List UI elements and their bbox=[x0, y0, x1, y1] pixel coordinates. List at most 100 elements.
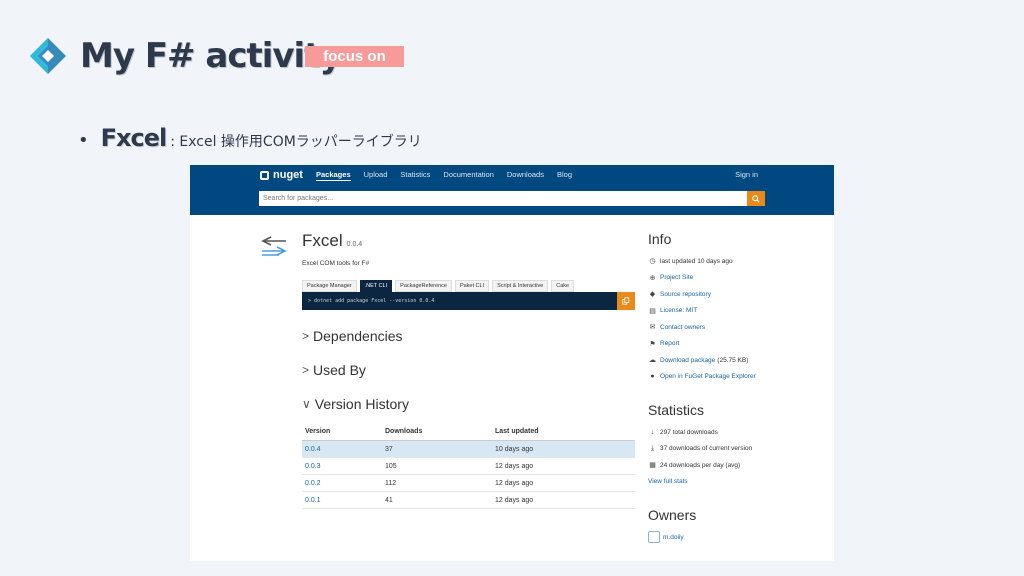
used-by-toggle[interactable]: > Used By bbox=[302, 362, 366, 378]
package-icon bbox=[261, 236, 287, 256]
flag-icon: ⚑ bbox=[649, 340, 656, 348]
chevron-down-icon: ∨ bbox=[302, 397, 311, 411]
report-link[interactable]: Report bbox=[660, 340, 680, 347]
updated-cell: 12 days ago bbox=[492, 474, 635, 492]
install-command[interactable]: > dotnet add package Fxcel --version 0.0… bbox=[302, 292, 617, 310]
fuget-link[interactable]: Open in FuGet Package Explorer bbox=[660, 373, 756, 380]
table-row: 0.0.2 112 12 days ago bbox=[302, 474, 635, 492]
table-row: 0.0.1 41 12 days ago bbox=[302, 491, 635, 509]
per-day-row: ▦ 24 downloads per day (avg) bbox=[648, 457, 818, 474]
bullet-strong: Fxcel bbox=[100, 124, 168, 152]
contact-link[interactable]: Contact owners bbox=[660, 324, 705, 331]
owners-heading: Owners bbox=[648, 507, 697, 523]
downloads-cell: 105 bbox=[382, 457, 492, 475]
package-title: Fxcel 0.0.4 bbox=[302, 231, 362, 251]
sign-in-link[interactable]: Sign in bbox=[735, 170, 758, 179]
owners-panel: Owners m.doliy bbox=[648, 507, 818, 546]
current-downloads-row: ⤓ 37 downloads of current version bbox=[648, 441, 818, 458]
version-history-table: Version Downloads Last updated 0.0.4 37 … bbox=[302, 425, 635, 509]
used-by-label: Used By bbox=[313, 362, 366, 378]
nuget-header: nuget Packages Upload Statistics Documen… bbox=[190, 165, 834, 215]
install-tabs: Package Manager .NET CLI PackageReferenc… bbox=[302, 280, 577, 292]
table-header-row: Version Downloads Last updated bbox=[302, 425, 635, 441]
license-icon: ▤ bbox=[649, 307, 656, 315]
source-repo-link[interactable]: Source repository bbox=[660, 291, 711, 298]
nuget-nav: Packages Upload Statistics Documentation… bbox=[316, 170, 585, 181]
tab-paket-cli[interactable]: Paket CLI bbox=[454, 280, 490, 292]
search-button[interactable] bbox=[747, 191, 765, 206]
version-link[interactable]: 0.0.3 bbox=[302, 457, 382, 475]
mail-icon: ✉ bbox=[649, 324, 656, 332]
total-downloads-row: ↓ 297 total downloads bbox=[648, 424, 818, 441]
git-icon: ◆ bbox=[649, 291, 656, 299]
tab-cake[interactable]: Cake bbox=[551, 280, 575, 292]
info-heading: Info bbox=[648, 231, 672, 247]
last-updated-row: ◷ last updated 10 days ago bbox=[648, 253, 818, 270]
dependencies-label: Dependencies bbox=[313, 328, 403, 344]
copy-button[interactable] bbox=[617, 292, 635, 310]
bullet-description: : Excel 操作用COMラッパーライブラリ bbox=[170, 134, 422, 150]
full-stats-row: View full stats bbox=[648, 474, 818, 491]
fuget-icon: ● bbox=[650, 373, 655, 381]
version-link[interactable]: 0.0.2 bbox=[302, 474, 382, 492]
package-search-input[interactable]: Search for packages... bbox=[259, 191, 747, 206]
updated-cell: 10 days ago bbox=[492, 440, 635, 458]
project-site-row: ⊕ Project Site bbox=[648, 270, 818, 287]
download-icon: ⤓ bbox=[650, 444, 655, 452]
package-version: 0.0.4 bbox=[346, 241, 363, 248]
report-row: ⚑ Report bbox=[648, 336, 818, 353]
bullet-line: • Fxcel : Excel 操作用COMラッパーライブラリ bbox=[78, 124, 422, 152]
tab-package-reference[interactable]: PackageReference bbox=[395, 280, 452, 292]
license-link[interactable]: License: MIT bbox=[660, 307, 697, 314]
tab-package-manager[interactable]: Package Manager bbox=[302, 280, 357, 292]
package-description: Excel COM tools for F# bbox=[302, 260, 370, 267]
updated-cell: 12 days ago bbox=[492, 491, 635, 509]
tab-dotnet-cli[interactable]: .NET CLI bbox=[359, 280, 393, 292]
nuget-logo-icon bbox=[260, 170, 269, 180]
nav-documentation[interactable]: Documentation bbox=[443, 170, 493, 181]
arrow-down-icon: ↓ bbox=[650, 428, 655, 436]
download-size: (25.75 KB) bbox=[717, 356, 749, 364]
info-panel: Info ◷ last updated 10 days ago ⊕ Projec… bbox=[648, 231, 818, 385]
focus-badge: focus on bbox=[305, 46, 404, 67]
nuget-logo-text: nuget bbox=[273, 169, 303, 181]
dependencies-toggle[interactable]: > Dependencies bbox=[302, 328, 403, 344]
fsharp-logo-icon bbox=[30, 38, 66, 74]
downloads-cell: 112 bbox=[382, 474, 492, 492]
nav-blog[interactable]: Blog bbox=[557, 170, 572, 181]
updated-cell: 12 days ago bbox=[492, 457, 635, 475]
full-stats-link[interactable]: View full stats bbox=[648, 478, 688, 485]
nuget-screenshot: nuget Packages Upload Statistics Documen… bbox=[190, 165, 834, 561]
tab-script-interactive[interactable]: Script & Interactive bbox=[492, 280, 549, 292]
downloads-cell: 41 bbox=[382, 491, 492, 509]
owner-row: m.doliy bbox=[648, 529, 818, 546]
owner-link[interactable]: m.doliy bbox=[663, 534, 684, 541]
download-icon: ☁ bbox=[649, 357, 656, 365]
version-history-toggle[interactable]: ∨ Version History bbox=[302, 396, 409, 412]
project-site-link[interactable]: Project Site bbox=[660, 274, 693, 281]
nav-packages[interactable]: Packages bbox=[316, 170, 351, 181]
nuget-logo[interactable]: nuget bbox=[260, 169, 303, 181]
version-link[interactable]: 0.0.4 bbox=[302, 440, 382, 458]
calendar-icon: ▦ bbox=[649, 462, 656, 470]
statistics-heading: Statistics bbox=[648, 402, 705, 418]
download-link[interactable]: Download package bbox=[660, 357, 715, 364]
current-downloads: 37 downloads of current version bbox=[660, 445, 753, 453]
col-version: Version bbox=[302, 425, 382, 441]
fuget-row: ● Open in FuGet Package Explorer bbox=[648, 369, 818, 386]
version-link[interactable]: 0.0.1 bbox=[302, 491, 382, 509]
chevron-right-icon: > bbox=[302, 329, 310, 343]
slide-title: My F# activity bbox=[80, 36, 342, 76]
search-icon bbox=[752, 194, 760, 203]
download-row: ☁ Download package (25.75 KB) bbox=[648, 352, 818, 369]
license-row: ▤ License: MIT bbox=[648, 303, 818, 320]
nav-downloads[interactable]: Downloads bbox=[507, 170, 544, 181]
nav-statistics[interactable]: Statistics bbox=[400, 170, 430, 181]
chevron-right-icon: > bbox=[302, 363, 310, 377]
statistics-panel: Statistics ↓ 297 total downloads ⤓ 37 do… bbox=[648, 402, 818, 490]
downloads-cell: 37 bbox=[382, 440, 492, 458]
contact-row: ✉ Contact owners bbox=[648, 319, 818, 336]
col-downloads: Downloads bbox=[382, 425, 492, 441]
nav-upload[interactable]: Upload bbox=[364, 170, 388, 181]
bullet-dot: • bbox=[78, 130, 89, 151]
